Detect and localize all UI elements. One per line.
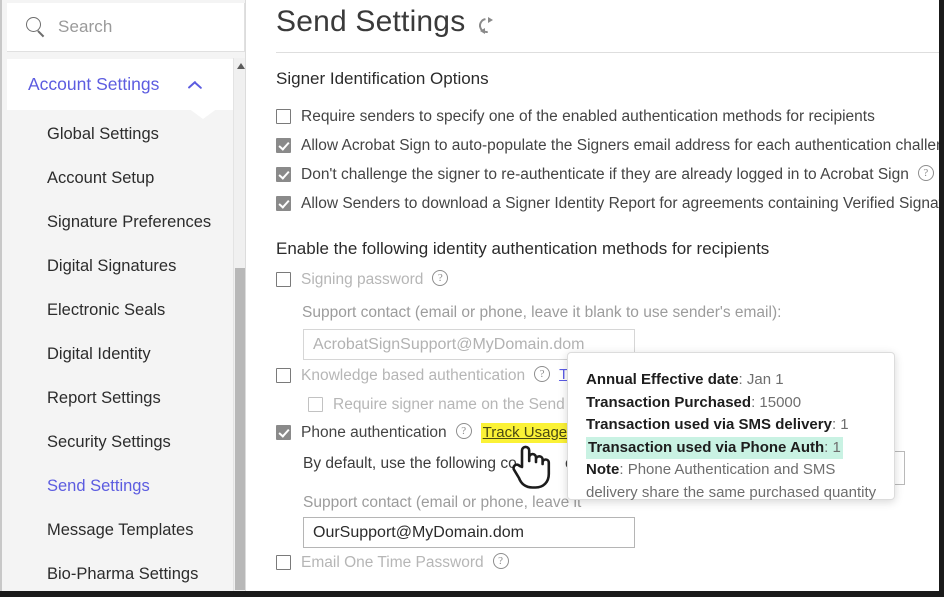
window-frame-left [0,0,2,597]
option-label: Email One Time Password [301,554,484,571]
sidebar-item-label: Signature Preferences [47,212,212,231]
tooltip-row-key: Annual Effective date [586,371,739,388]
checkbox[interactable] [276,138,291,153]
page-title: Send Settings [276,5,466,38]
option-auto-populate-signer-email[interactable]: Allow Acrobat Sign to auto-populate the … [276,136,939,155]
sidebar-item-label: Account Setup [47,168,155,187]
sidebar-item-report-settings[interactable]: Report Settings [7,376,234,420]
option-label: Allow Acrobat Sign to auto-populate the … [301,137,939,154]
checkbox[interactable] [276,555,291,570]
option-require-signer-name-send-page[interactable]: Require signer name on the Send pa [308,395,586,414]
section-heading-identity-auth: Enable the following identity authentica… [276,239,770,258]
app-window: Search Account Settings Global Settings … [0,0,944,597]
tooltip-row-value: 15000 [759,393,802,411]
tooltip-row-value: 1 [840,416,849,433]
tooltip-row-value: 1 [832,438,841,456]
option-email-one-time-password[interactable]: Email One Time Password ? [276,553,509,572]
tooltip-row-annual-effective-date: Annual Effective date: Jan 1 [586,371,784,388]
sidebar-item-security-settings[interactable]: Security Settings [7,420,234,464]
sidebar-item-label: Digital Identity [47,344,151,363]
sidebar-item-send-settings[interactable]: Send Settings [7,464,234,508]
option-knowledge-based-authentication[interactable]: Knowledge based authentication ? Tr [276,366,573,385]
sidebar-item-message-templates[interactable]: Message Templates [7,508,234,552]
search-input[interactable]: Search [7,3,245,52]
help-icon[interactable]: ? [917,165,934,181]
phone-auth-track-usage-link[interactable]: Track Usage [480,423,570,443]
section-heading-signer-identification: Signer Identification Options [276,69,489,88]
option-label: Require signer name on the Send pa [333,396,587,413]
checkbox[interactable] [276,425,291,440]
track-usage-tooltip: Annual Effective date: Jan 1 Transaction… [567,352,895,501]
tooltip-row-sms-delivery: Transaction used via SMS delivery: 1 [586,416,849,433]
sidebar-item-digital-signatures[interactable]: Digital Signatures [7,244,234,288]
tooltip-note: Note: Phone Authentication and SMS deliv… [586,461,877,501]
option-label: Require senders to specify one of the en… [301,108,875,125]
tooltip-row-value: Jan 1 [746,371,784,388]
sidebar-item-electronic-seals[interactable]: Electronic Seals [7,288,234,332]
search-icon [26,16,47,38]
tooltip-row-transaction-purchased: Transaction Purchased: 15000 [586,393,802,411]
sidebar-item-label: Send Settings [47,476,150,495]
tooltip-row-key: Transaction used via Phone Auth [588,438,825,456]
refresh-icon[interactable] [476,14,498,36]
sidebar-group-account-settings[interactable]: Account Settings [7,59,234,110]
sidebar-item-label: Security Settings [47,432,171,451]
checkbox[interactable] [276,368,291,383]
tooltip-note-key: Note [586,461,620,478]
sidebar-item-signature-preferences[interactable]: Signature Preferences [7,200,234,244]
checkbox[interactable] [308,397,323,412]
help-icon[interactable]: ? [455,423,472,439]
window-frame-right [939,0,944,597]
help-icon[interactable]: ? [534,366,551,382]
phone-auth-default-line: By default, use the following co [303,455,517,472]
checkbox[interactable] [276,272,291,287]
phone-auth-support-contact-input[interactable]: OurSupport@MyDomain.dom [303,517,635,548]
phone-auth-default-country-label: By default, use the following co cod [303,455,590,473]
option-label: Signing password [301,271,424,288]
tooltip-row-key: Transaction used via SMS delivery [586,416,832,433]
option-phone-authentication[interactable]: Phone authentication ? Track Usage [276,423,570,443]
option-label: Knowledge based authentication [301,367,526,384]
tooltip-row-phone-auth: Transaction used via Phone Auth: 1 [586,436,843,459]
page-header: Send Settings [276,5,498,39]
option-signing-password[interactable]: Signing password ? [276,270,449,289]
tooltip-row-key: Transaction Purchased [586,393,752,411]
sidebar-item-digital-identity[interactable]: Digital Identity [7,332,234,376]
chevron-up-icon [188,80,202,89]
checkbox[interactable] [276,196,291,211]
sidebar-nav-list: Global Settings Account Setup Signature … [7,112,234,596]
sidebar-item-label: Report Settings [47,388,161,407]
sidebar-item-label: Electronic Seals [47,300,166,319]
sidebar: Search Account Settings Global Settings … [2,0,247,591]
checkbox[interactable] [276,167,291,182]
help-icon[interactable]: ? [432,270,449,286]
search-placeholder: Search [58,17,113,36]
sidebar-item-account-setup[interactable]: Account Setup [7,156,234,200]
sidebar-group-label: Account Settings [28,74,160,94]
help-icon[interactable]: ? [492,553,509,569]
window-frame-bottom [0,591,944,597]
sidebar-item-bio-pharma-settings[interactable]: Bio-Pharma Settings [7,552,234,596]
option-label: Phone authentication [301,424,447,441]
option-label: Allow Senders to download a Signer Ident… [301,195,939,212]
signing-password-support-contact-label: Support contact (email or phone, leave i… [302,304,782,321]
option-require-senders-auth-method[interactable]: Require senders to specify one of the en… [276,107,875,126]
tooltip-note-value: Phone Authentication and SMS delivery sh… [586,461,877,501]
sidebar-group-notch [188,108,218,119]
sidebar-item-label: Global Settings [47,124,159,143]
phone-auth-support-contact-label: Support contact (email or phone, leave i… [303,494,582,511]
sidebar-item-label: Message Templates [47,520,194,539]
sidebar-item-label: Bio-Pharma Settings [47,564,199,583]
option-dont-challenge-signer[interactable]: Don't challenge the signer to re-authent… [276,165,934,184]
sidebar-item-label: Digital Signatures [47,256,177,275]
scroll-up-arrow-icon[interactable] [237,63,245,69]
title-divider [276,52,939,53]
checkbox[interactable] [276,109,291,124]
option-label: Don't challenge the signer to re-authent… [301,166,909,183]
option-download-signer-identity-report[interactable]: Allow Senders to download a Signer Ident… [276,194,939,213]
